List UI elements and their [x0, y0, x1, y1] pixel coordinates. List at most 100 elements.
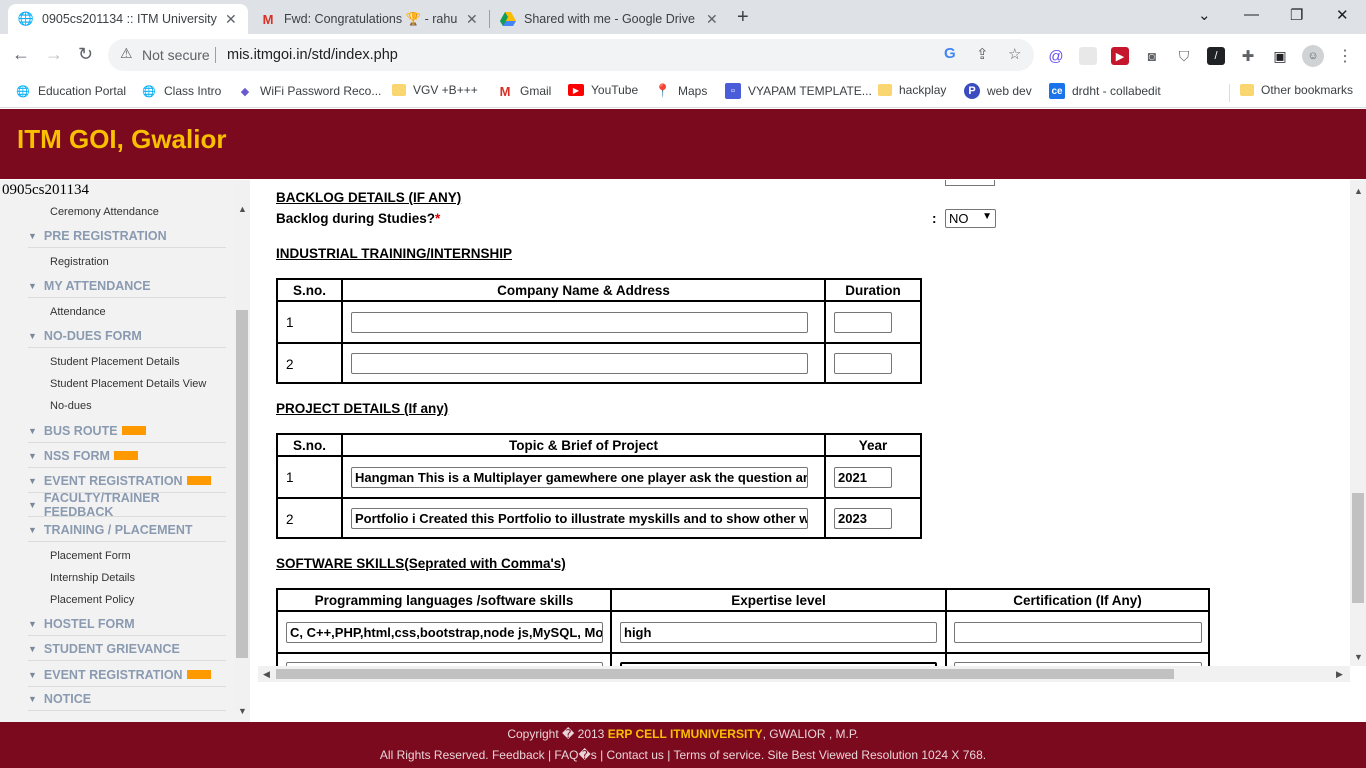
row-number: 2: [278, 499, 343, 539]
bookmark-label: drdht - collabedit: [1072, 84, 1161, 98]
sidebar-item-no-dues-form[interactable]: ▼ NO-DUES FORM: [28, 324, 226, 348]
sidebar-item-attendance[interactable]: Attendance: [50, 306, 106, 318]
main-hscrollbar[interactable]: ◀ ▶: [258, 666, 1350, 682]
sidebar-item-bus-route[interactable]: ▼ BUS ROUTE: [28, 419, 226, 443]
scroll-right-icon[interactable]: ▶: [1336, 669, 1343, 680]
back-icon[interactable]: ←: [12, 44, 30, 65]
side-panel-icon[interactable]: ▣: [1271, 47, 1289, 65]
sidebar-item-student-placement-details[interactable]: Student Placement Details: [50, 356, 180, 368]
extension-icon[interactable]: [1079, 47, 1097, 65]
shield-icon[interactable]: ⛉: [1175, 47, 1193, 65]
bookmark-item[interactable]: ce drdht - collabedit: [1049, 83, 1161, 99]
scrollbar-thumb[interactable]: [1352, 493, 1364, 603]
expand-icon: ▼: [28, 475, 37, 486]
minimize-icon[interactable]: —: [1244, 6, 1259, 23]
bookmark-item[interactable]: Pweb dev: [964, 83, 1032, 99]
extension-icon[interactable]: @: [1047, 47, 1065, 65]
sidebar-item-hostel-form[interactable]: ▼ HOSTEL FORM: [28, 612, 226, 636]
puzzle-icon[interactable]: ✚: [1239, 47, 1257, 65]
reload-icon[interactable]: ↻: [78, 44, 93, 65]
sidebar-item-faculty-feedback[interactable]: ▼ FACULTY/TRAINER FEEDBACK: [28, 491, 226, 519]
project-topic-input[interactable]: Portfolio i Created this Portfolio to il…: [351, 508, 808, 529]
cert-cell: [947, 654, 1208, 666]
close-tab-icon[interactable]: ✕: [225, 11, 237, 28]
scroll-down-icon[interactable]: ▼: [238, 706, 247, 716]
certification-input[interactable]: [954, 622, 1202, 643]
sidebar-item-training-placement[interactable]: ▼ TRAINING / PLACEMENT: [28, 518, 226, 542]
close-tab-icon[interactable]: ✕: [466, 11, 478, 28]
table-header: Company Name & Address: [343, 280, 826, 300]
camera-icon[interactable]: ◙: [1143, 47, 1161, 65]
share-icon[interactable]: ⇪: [976, 45, 989, 63]
tab-drive[interactable]: Shared with me - Google Drive ✕: [490, 4, 728, 34]
sidebar-item-my-attendance[interactable]: ▼ MY ATTENDANCE: [28, 274, 226, 298]
tab-itm[interactable]: 🌐 0905cs201134 :: ITM University, G ✕: [8, 4, 248, 34]
menu-icon[interactable]: ⋮: [1336, 47, 1354, 65]
star-icon[interactable]: ☆: [1008, 45, 1021, 63]
browser-tab-strip: 🌐 0905cs201134 :: ITM University, G ✕ M …: [0, 0, 1366, 34]
extension-icon[interactable]: ▶: [1111, 47, 1129, 65]
new-badge: [113, 451, 138, 460]
main-scrollbar[interactable]: ▲ ▼: [1350, 180, 1366, 666]
sidebar-item-placement-form[interactable]: Placement Form: [50, 550, 131, 562]
bookmark-item[interactable]: ▫ VYAPAM TEMPLATE...: [725, 83, 872, 99]
scroll-up-icon[interactable]: ▲: [1354, 186, 1363, 196]
scroll-up-icon[interactable]: ▲: [238, 204, 247, 214]
url-text[interactable]: mis.itmgoi.in/std/index.php: [227, 47, 398, 63]
project-topic-input[interactable]: Hangman This is a Multiplayer gamewhere …: [351, 467, 808, 488]
expertise-input[interactable]: high: [620, 622, 937, 643]
warning-icon[interactable]: ⚠: [120, 45, 133, 62]
bookmark-item[interactable]: ▶ YouTube: [568, 83, 638, 97]
sidebar-item-event-registration[interactable]: ▼ EVENT REGISTRATION: [28, 469, 226, 493]
bookmark-item[interactable]: ◆ WiFi Password Reco...: [237, 83, 382, 99]
close-tab-icon[interactable]: ✕: [706, 11, 718, 28]
avatar[interactable]: ☺: [1302, 45, 1324, 67]
scroll-left-icon[interactable]: ◀: [263, 669, 270, 680]
sidebar-item-placement-policy[interactable]: Placement Policy: [50, 594, 134, 606]
sidebar-item-student-placement-details-view[interactable]: Student Placement Details View: [50, 378, 206, 390]
new-tab-icon[interactable]: +: [737, 6, 749, 29]
sidebar-item-event-registration-2[interactable]: ▼ EVENT REGISTRATION: [28, 663, 226, 687]
sidebar-item-ceremony-attendance[interactable]: Ceremony Attendance: [50, 206, 159, 218]
sidebar-item-pre-registration[interactable]: ▼ PRE REGISTRATION: [28, 224, 226, 248]
bookmark-item[interactable]: 🌐 Education Portal: [15, 83, 126, 99]
erp-cell-text: ERP CELL ITMUNIVERSITY: [607, 727, 763, 741]
expand-icon: ▼: [28, 618, 37, 629]
tab-search-icon[interactable]: ⌄: [1198, 6, 1211, 24]
bookmark-item[interactable]: Other bookmarks: [1240, 83, 1353, 97]
extension-icon[interactable]: /: [1207, 47, 1225, 65]
duration-input[interactable]: [834, 312, 892, 333]
restore-icon[interactable]: ❐: [1290, 6, 1303, 24]
skills-input[interactable]: C, C++,PHP,html,css,bootstrap,node js,My…: [286, 622, 603, 643]
company-input[interactable]: [351, 312, 808, 333]
sidebar-item-registration[interactable]: Registration: [50, 256, 109, 268]
bookmark-label: hackplay: [899, 83, 947, 97]
bookmark-item[interactable]: M Gmail: [497, 83, 552, 99]
sidebar-item-notice[interactable]: ▼ NOTICE: [28, 687, 226, 711]
scroll-down-icon[interactable]: ▼: [1354, 652, 1363, 662]
address-bar[interactable]: ⚠ Not secure mis.itmgoi.in/std/index.php…: [108, 39, 1034, 71]
sidebar-item-no-dues[interactable]: No-dues: [50, 400, 92, 412]
sidebar-item-student-grievance[interactable]: ▼ STUDENT GRIEVANCE: [28, 637, 226, 661]
tab-gmail[interactable]: M Fwd: Congratulations 🏆 - rahult ✕: [250, 4, 488, 34]
project-year-input[interactable]: 2021: [834, 467, 892, 488]
sidebar-item-nss-form[interactable]: ▼ NSS FORM: [28, 444, 226, 468]
project-year-input[interactable]: 2023: [834, 508, 892, 529]
partial-select[interactable]: [945, 180, 995, 186]
forward-icon[interactable]: →: [45, 44, 63, 65]
scrollbar-thumb[interactable]: [236, 310, 248, 658]
sidebar-scrollbar[interactable]: ▲ ▼: [234, 180, 250, 716]
scrollbar-thumb[interactable]: [276, 669, 1174, 679]
bookmark-item[interactable]: 📍 Maps: [655, 83, 707, 99]
bookmark-item[interactable]: VGV +B+++: [392, 83, 478, 97]
duration-input[interactable]: [834, 353, 892, 374]
browser-toolbar: ← → ↻ ⚠ Not secure mis.itmgoi.in/std/ind…: [0, 34, 1366, 76]
sidebar-item-internship-details[interactable]: Internship Details: [50, 572, 135, 584]
close-window-icon[interactable]: ✕: [1336, 6, 1349, 24]
not-secure-label[interactable]: Not secure: [142, 47, 210, 63]
company-input[interactable]: [351, 353, 808, 374]
bookmark-item[interactable]: hackplay: [878, 83, 946, 97]
google-lens-icon[interactable]: G: [944, 45, 956, 62]
backlog-select[interactable]: NO ▼: [945, 209, 996, 228]
bookmark-item[interactable]: 🌐 Class Intro: [141, 83, 221, 99]
